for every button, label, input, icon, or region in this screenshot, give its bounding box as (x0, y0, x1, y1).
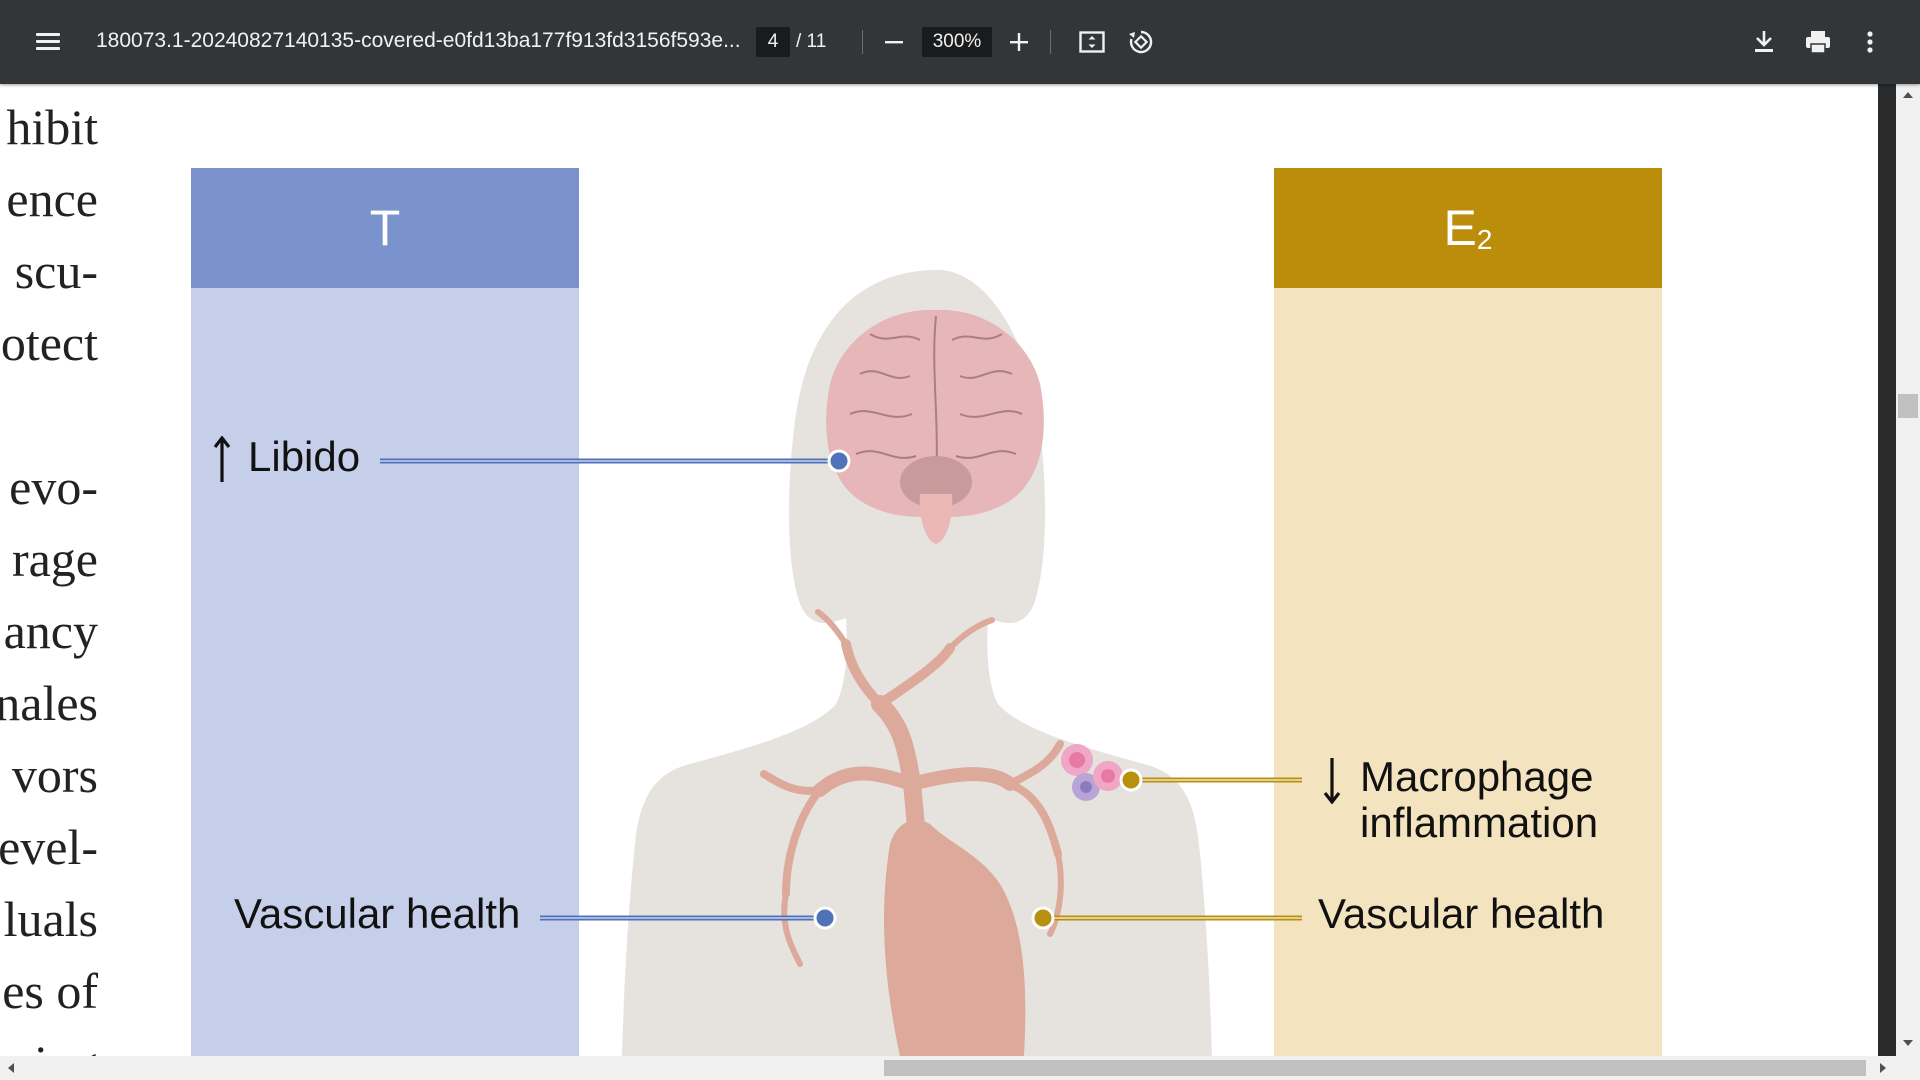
pdf-toolbar: 180073.1-20240827140135-covered-e0fd13ba… (0, 0, 1920, 84)
fit-page-icon[interactable] (1072, 22, 1112, 62)
document-viewport[interactable]: hibit ence scu- otect evo- rage ancy nal… (0, 84, 1878, 1056)
macrophage-label-line1: Macrophage (1360, 753, 1594, 800)
zoom-level-input[interactable]: 300% (922, 27, 992, 57)
horizontal-scroll-thumb[interactable] (884, 1060, 1866, 1076)
more-vert-icon[interactable] (1850, 22, 1890, 62)
up-arrow-icon (213, 436, 231, 482)
document-title: 180073.1-20240827140135-covered-e0fd13ba… (96, 29, 741, 52)
print-icon[interactable] (1798, 22, 1838, 62)
scroll-down-arrow-icon[interactable] (1903, 1040, 1913, 1046)
scroll-left-arrow-icon[interactable] (8, 1063, 14, 1073)
vascular-health-left-label: Vascular health (234, 890, 521, 937)
connector-libido (380, 449, 851, 473)
vertical-scroll-thumb[interactable] (1898, 394, 1918, 418)
vascular-health-right-label: Vascular health (1318, 890, 1605, 937)
libido-label: Libido (248, 433, 361, 480)
down-arrow-icon (1323, 758, 1341, 804)
horizontal-scrollbar[interactable] (0, 1056, 1920, 1080)
page-gutter (1878, 84, 1896, 1056)
pdf-page: hibit ence scu- otect evo- rage ancy nal… (0, 84, 1878, 1056)
toolbar-divider (862, 30, 863, 54)
hamburger-menu-icon[interactable] (28, 22, 68, 62)
rotate-icon[interactable] (1121, 22, 1161, 62)
macrophage-label-line2: inflammation (1360, 799, 1599, 846)
scroll-up-arrow-icon[interactable] (1903, 92, 1913, 98)
download-icon[interactable] (1744, 22, 1784, 62)
zoom-in-icon[interactable] (999, 22, 1039, 62)
zoom-out-icon[interactable] (874, 22, 914, 62)
scroll-right-arrow-icon[interactable] (1880, 1063, 1886, 1073)
toolbar-divider (1050, 30, 1051, 54)
page-number-input[interactable]: 4 (756, 27, 790, 57)
page-total: / 11 (796, 31, 827, 52)
vertical-scrollbar[interactable] (1896, 84, 1920, 1056)
